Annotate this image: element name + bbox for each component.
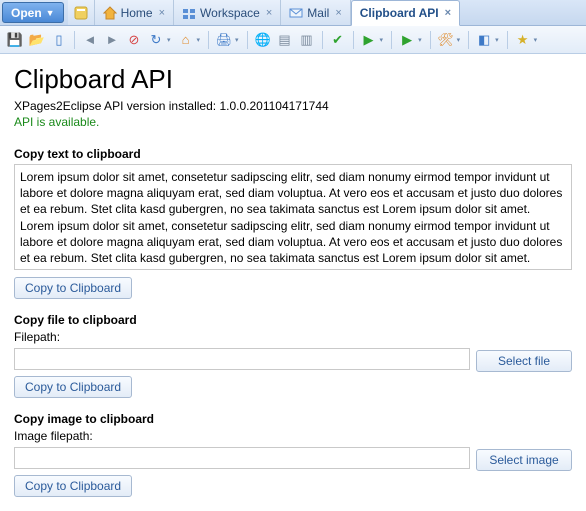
api-status: API is available. [14, 115, 572, 129]
tick-icon[interactable]: ✔ [329, 31, 347, 49]
copy-text-button[interactable]: Copy to Clipboard [14, 277, 132, 299]
tab-bar: Open ▼ Home × Workspace × Mail × Clipboa… [0, 0, 586, 26]
close-icon[interactable]: × [159, 7, 165, 19]
toolbar: 💾 📂 ▯ ◄ ► ⊘ ↻▾ ⌂▾ 🖨▾ 🌐 ▤ ▥ ✔ ▶▾ ▶▾ 🛠▾ ◧▾… [0, 26, 586, 54]
image-filepath-input[interactable] [14, 447, 470, 469]
separator [74, 31, 75, 49]
tab-mail[interactable]: Mail × [281, 0, 350, 25]
section-file-title: Copy file to clipboard [14, 313, 572, 327]
tab-label: Clipboard API [360, 6, 439, 20]
image-filepath-label: Image filepath: [14, 429, 572, 443]
open-label: Open [11, 6, 42, 20]
separator [507, 31, 508, 49]
separator [468, 31, 469, 49]
tab-notes[interactable] [68, 0, 95, 25]
separator [322, 31, 323, 49]
separator [391, 31, 392, 49]
chevron-down-icon: ▼ [46, 8, 55, 18]
dropdown-icon[interactable]: ▾ [495, 36, 499, 44]
version-line: XPages2Eclipse API version installed: 1.… [14, 99, 572, 113]
print-icon[interactable]: 🖨 [215, 31, 233, 49]
select-file-button[interactable]: Select file [476, 350, 572, 372]
component-icon[interactable]: ◧ [475, 31, 493, 49]
close-icon[interactable]: × [445, 7, 451, 19]
tab-label: Home [121, 6, 153, 20]
separator [430, 31, 431, 49]
filepath-input[interactable] [14, 348, 470, 370]
folder-icon[interactable]: 📂 [28, 31, 46, 49]
separator [208, 31, 209, 49]
open-button[interactable]: Open ▼ [2, 2, 64, 23]
workspace-icon [182, 6, 196, 20]
copy-file-button[interactable]: Copy to Clipboard [14, 376, 132, 398]
tools-icon[interactable]: 🛠 [437, 31, 455, 49]
section-text-title: Copy text to clipboard [14, 147, 572, 161]
disk-icon[interactable]: 💾 [6, 31, 24, 49]
notes-icon [74, 6, 88, 20]
filepath-label: Filepath: [14, 330, 572, 344]
dropdown-icon[interactable]: ▾ [418, 36, 422, 44]
dropdown-icon[interactable]: ▾ [534, 36, 538, 44]
refresh-icon[interactable]: ↻ [147, 31, 165, 49]
section-image-title: Copy image to clipboard [14, 412, 572, 426]
tab-label: Workspace [200, 6, 260, 20]
copy-image-button[interactable]: Copy to Clipboard [14, 475, 132, 497]
star-icon[interactable]: ★ [514, 31, 532, 49]
content-area: Clipboard API XPages2Eclipse API version… [0, 54, 586, 507]
play-icon[interactable]: ▶ [398, 31, 416, 49]
dropdown-icon[interactable]: ▾ [457, 36, 461, 44]
stop-icon[interactable]: ⊘ [125, 31, 143, 49]
separator [353, 31, 354, 49]
dropdown-icon[interactable]: ▾ [235, 36, 239, 44]
select-image-button[interactable]: Select image [476, 449, 572, 471]
doc-icon[interactable]: ▤ [276, 31, 294, 49]
back-icon[interactable]: ◄ [81, 31, 99, 49]
forward-icon[interactable]: ► [103, 31, 121, 49]
dropdown-icon[interactable]: ▾ [380, 36, 384, 44]
separator [247, 31, 248, 49]
close-icon[interactable]: × [335, 7, 341, 19]
tab-clipboard-api[interactable]: Clipboard API × [351, 0, 460, 26]
close-icon[interactable]: × [266, 7, 272, 19]
run-icon[interactable]: ▶ [360, 31, 378, 49]
dropdown-icon[interactable]: ▾ [167, 36, 171, 44]
page-title: Clipboard API [14, 64, 572, 95]
tab-label: Mail [307, 6, 329, 20]
window-icon[interactable]: ▯ [50, 31, 68, 49]
globe-icon[interactable]: 🌐 [254, 31, 272, 49]
tab-workspace[interactable]: Workspace × [174, 0, 281, 25]
dropdown-icon[interactable]: ▾ [197, 36, 201, 44]
mail-icon [289, 6, 303, 20]
text-input[interactable] [14, 164, 572, 270]
home-icon [103, 6, 117, 20]
page-icon[interactable]: ▥ [298, 31, 316, 49]
tab-home[interactable]: Home × [95, 0, 174, 25]
home-icon[interactable]: ⌂ [177, 31, 195, 49]
